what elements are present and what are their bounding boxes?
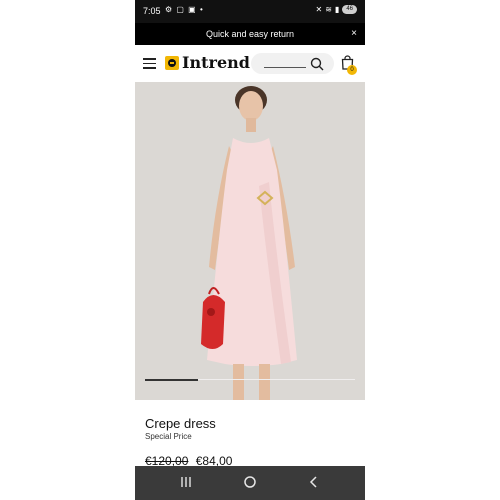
- search-underline: [264, 67, 306, 68]
- gallery-progress-track[interactable]: [145, 378, 355, 381]
- product-image[interactable]: [135, 82, 365, 400]
- search-input[interactable]: [251, 53, 334, 74]
- brand-name: Intrend: [182, 53, 250, 72]
- logo-mark-icon: [165, 55, 179, 70]
- product-name: Crepe dress: [145, 416, 216, 431]
- search-icon[interactable]: [310, 57, 324, 71]
- close-icon[interactable]: ×: [351, 28, 357, 39]
- notification-icons: ⚙ ▢ ▣ •: [165, 5, 204, 14]
- system-icons: ✕ ≋ ▮ 46: [315, 5, 357, 14]
- brand-logo[interactable]: Intrend: [165, 53, 250, 72]
- battery-indicator: 46: [342, 5, 357, 14]
- special-price-label: Special Price: [145, 432, 192, 441]
- status-time: 7:05: [143, 6, 161, 16]
- model-photo: [135, 82, 365, 400]
- home-icon[interactable]: [243, 475, 257, 489]
- promo-text: Quick and easy return: [205, 29, 295, 39]
- gallery-progress-fill: [145, 378, 198, 381]
- product-info: Crepe dress Special Price €120,00 €84,00: [135, 400, 365, 468]
- mute-icon: ✕: [315, 5, 323, 14]
- phone-screen: 7:05 ⚙ ▢ ▣ • ✕ ≋ ▮ 46 Quick and easy ret…: [135, 0, 365, 500]
- back-icon[interactable]: [307, 475, 321, 489]
- recent-apps-icon[interactable]: [179, 475, 193, 489]
- android-nav-bar: [135, 466, 365, 500]
- hamburger-menu-icon[interactable]: [143, 58, 156, 69]
- status-bar: 7:05 ⚙ ▢ ▣ • ✕ ≋ ▮ 46: [135, 0, 365, 23]
- site-header: Intrend 0: [135, 45, 365, 82]
- signal-icon: ▮: [334, 5, 340, 14]
- wifi-icon: ≋: [325, 5, 332, 14]
- promo-banner: Quick and easy return ×: [135, 23, 365, 45]
- cart-count-badge: 0: [347, 65, 357, 75]
